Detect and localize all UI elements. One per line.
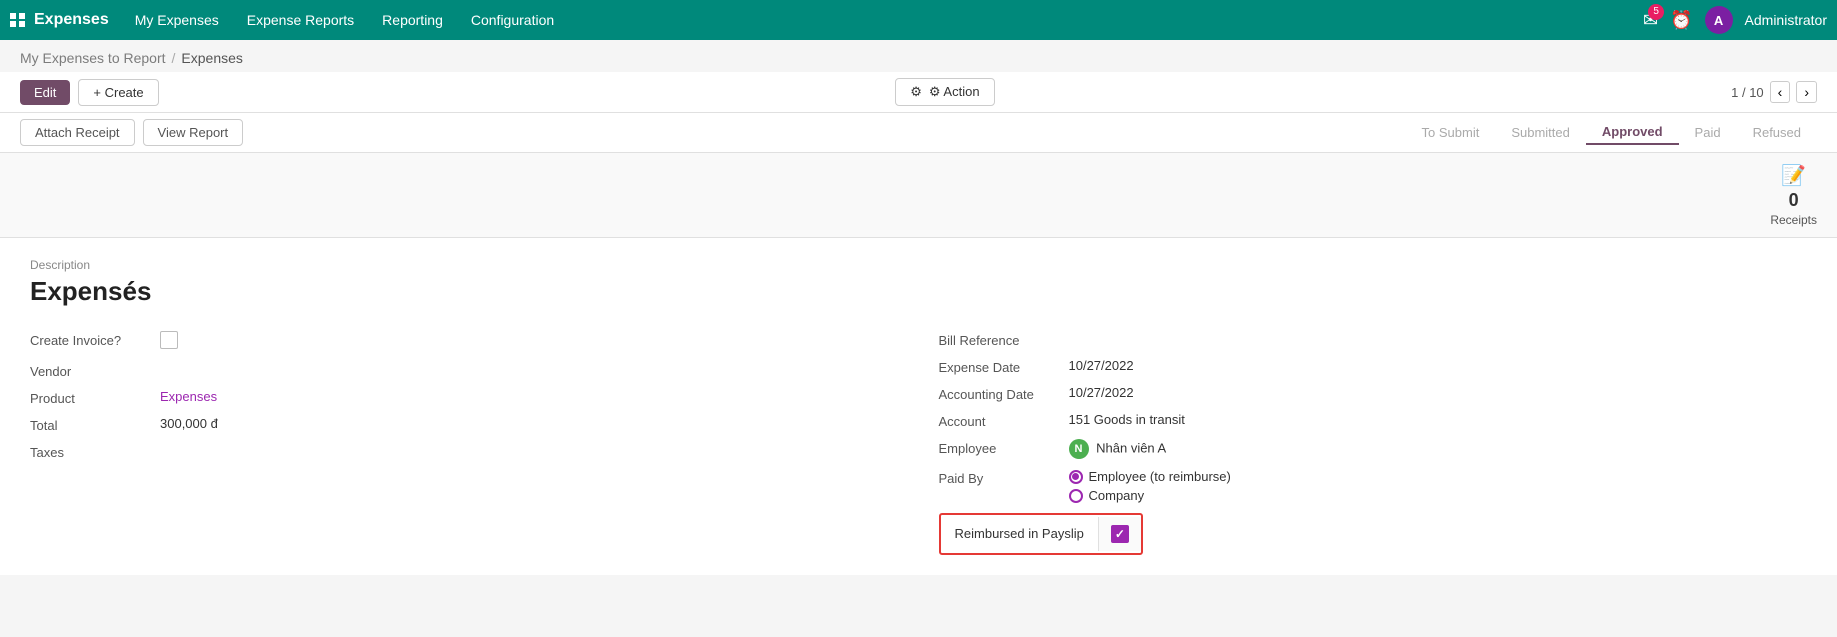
status-submitted[interactable]: Submitted xyxy=(1495,121,1586,144)
taxes-label: Taxes xyxy=(30,443,160,460)
taxes-row: Taxes xyxy=(30,443,899,460)
status-to-submit[interactable]: To Submit xyxy=(1406,121,1496,144)
view-report-button[interactable]: View Report xyxy=(143,119,244,146)
status-paid[interactable]: Paid xyxy=(1679,121,1737,144)
receipts-count: 0 xyxy=(1789,190,1799,211)
form-grid: Create Invoice? Vendor Product Expenses … xyxy=(30,331,1807,555)
product-label: Product xyxy=(30,389,160,406)
next-page-button[interactable]: › xyxy=(1796,81,1817,103)
notification-bell[interactable]: ✉ 5 xyxy=(1643,10,1658,31)
receipts-label: Receipts xyxy=(1770,213,1817,227)
total-row: Total 300,000 đ xyxy=(30,416,899,433)
radio-employee-dot xyxy=(1069,470,1083,484)
create-invoice-label: Create Invoice? xyxy=(30,331,160,348)
bill-reference-row: Bill Reference xyxy=(939,331,1808,348)
main-content: Description Expensés Create Invoice? Ven… xyxy=(0,238,1837,575)
form-left: Create Invoice? Vendor Product Expenses … xyxy=(30,331,899,555)
create-button[interactable]: + Create xyxy=(78,79,158,106)
sub-toolbar: Attach Receipt View Report To Submit Sub… xyxy=(0,113,1837,153)
product-link[interactable]: Expenses xyxy=(160,389,217,404)
grid-icon xyxy=(10,13,26,27)
attach-receipt-button[interactable]: Attach Receipt xyxy=(20,119,135,146)
breadcrumb-separator: / xyxy=(172,50,176,66)
nav-my-expenses[interactable]: My Expenses xyxy=(123,0,231,40)
employee-row: Employee N Nhân viên A xyxy=(939,439,1808,459)
status-bar: To Submit Submitted Approved Paid Refuse… xyxy=(1406,120,1817,145)
checkbox-create-invoice[interactable] xyxy=(160,331,178,349)
top-nav: Expenses My Expenses Expense Reports Rep… xyxy=(0,0,1837,40)
create-invoice-checkbox[interactable] xyxy=(160,331,178,352)
accounting-date-row: Accounting Date 10/27/2022 xyxy=(939,385,1808,402)
expense-date-value: 10/27/2022 xyxy=(1069,358,1134,373)
employee-value: N Nhân viên A xyxy=(1069,439,1167,459)
reimbursed-row: Reimbursed in Payslip xyxy=(939,513,1808,555)
paid-by-row: Paid By Employee (to reimburse) Company xyxy=(939,469,1808,503)
reimbursed-checkbox-cell[interactable] xyxy=(1098,517,1141,551)
radio-employee-label: Employee (to reimburse) xyxy=(1089,469,1231,484)
account-label: Account xyxy=(939,412,1069,429)
paid-by-label: Paid By xyxy=(939,469,1069,486)
product-value[interactable]: Expenses xyxy=(160,389,217,404)
nav-configuration[interactable]: Configuration xyxy=(459,0,566,40)
expense-title: Expensés xyxy=(30,276,1807,307)
avatar[interactable]: A xyxy=(1705,6,1733,34)
account-value: 151 Goods in transit xyxy=(1069,412,1185,427)
notification-count: 5 xyxy=(1648,4,1664,20)
create-invoice-row: Create Invoice? xyxy=(30,331,899,352)
gear-icon: ⚙ xyxy=(910,84,922,100)
reimbursed-box: Reimbursed in Payslip xyxy=(939,513,1143,555)
receipts-button[interactable]: 📝 0 Receipts xyxy=(1770,163,1817,227)
paid-by-company[interactable]: Company xyxy=(1069,488,1231,503)
breadcrumb-parent[interactable]: My Expenses to Report xyxy=(20,50,166,66)
nav-expense-reports[interactable]: Expense Reports xyxy=(235,0,366,40)
total-value: 300,000 đ xyxy=(160,416,218,431)
accounting-date-value: 10/27/2022 xyxy=(1069,385,1134,400)
page-navigation: 1 / 10 ‹ › xyxy=(1731,81,1817,103)
radio-company-dot xyxy=(1069,489,1083,503)
vendor-row: Vendor xyxy=(30,362,899,379)
app-title: Expenses xyxy=(34,11,109,29)
prev-page-button[interactable]: ‹ xyxy=(1770,81,1791,103)
action-button[interactable]: ⚙ ⚙ Action xyxy=(895,78,994,106)
form-right: Bill Reference Expense Date 10/27/2022 A… xyxy=(939,331,1808,555)
paid-by-employee[interactable]: Employee (to reimburse) xyxy=(1069,469,1231,484)
page-display: 1 / 10 xyxy=(1731,85,1764,100)
paid-by-options: Employee (to reimburse) Company xyxy=(1069,469,1231,503)
reimbursed-checkbox[interactable] xyxy=(1111,525,1129,543)
breadcrumb: My Expenses to Report / Expenses xyxy=(0,40,1837,72)
description-label: Description xyxy=(30,258,1807,272)
bill-reference-label: Bill Reference xyxy=(939,331,1069,348)
status-refused[interactable]: Refused xyxy=(1737,121,1817,144)
topnav-right: ✉ 5 ⏰ A Administrator xyxy=(1643,6,1827,34)
username: Administrator xyxy=(1745,12,1827,28)
receipts-bar: 📝 0 Receipts xyxy=(0,153,1837,238)
expense-date-row: Expense Date 10/27/2022 xyxy=(939,358,1808,375)
expense-date-label: Expense Date xyxy=(939,358,1069,375)
employee-avatar: N xyxy=(1069,439,1089,459)
reimbursed-label: Reimbursed in Payslip xyxy=(941,515,1098,553)
edit-button[interactable]: Edit xyxy=(20,80,70,105)
clock-icon[interactable]: ⏰ xyxy=(1670,10,1692,31)
account-row: Account 151 Goods in transit xyxy=(939,412,1808,429)
employee-label: Employee xyxy=(939,439,1069,456)
app-logo[interactable]: Expenses xyxy=(10,11,109,29)
main-toolbar: Edit + Create ⚙ ⚙ Action 1 / 10 ‹ › xyxy=(0,72,1837,113)
vendor-label: Vendor xyxy=(30,362,160,379)
employee-name: Nhân viên A xyxy=(1096,440,1166,455)
status-approved[interactable]: Approved xyxy=(1586,120,1679,145)
breadcrumb-current: Expenses xyxy=(181,50,242,66)
accounting-date-label: Accounting Date xyxy=(939,385,1069,402)
radio-company-label: Company xyxy=(1089,488,1145,503)
nav-reporting[interactable]: Reporting xyxy=(370,0,455,40)
product-row: Product Expenses xyxy=(30,389,899,406)
total-label: Total xyxy=(30,416,160,433)
